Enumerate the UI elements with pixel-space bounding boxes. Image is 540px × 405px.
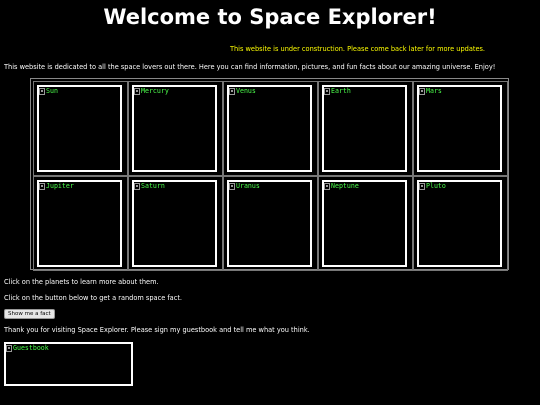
planet-alt-text: Mars (426, 87, 442, 95)
fact-instruction: Click on the button below to get a rando… (4, 294, 183, 302)
broken-image-icon (134, 183, 140, 190)
planet-cell: Uranus (223, 176, 318, 271)
broken-image-alt: Mercury (134, 87, 169, 96)
planet-image-uranus[interactable]: Uranus (227, 180, 312, 267)
planet-image-jupiter[interactable]: Jupiter (37, 180, 122, 267)
broken-image-icon (229, 183, 235, 190)
planet-alt-text: Earth (331, 87, 351, 95)
guestbook-alt-text: Guestbook (13, 344, 49, 352)
planet-image-saturn[interactable]: Saturn (132, 180, 217, 267)
thanks-text: Thank you for visiting Space Explorer. P… (4, 326, 310, 334)
broken-image-icon (39, 88, 45, 95)
planet-cell: Venus (223, 81, 318, 176)
planet-image-earth[interactable]: Earth (322, 85, 407, 172)
planet-cell: Mercury (128, 81, 223, 176)
broken-image-icon (419, 88, 425, 95)
page-title: Welcome to Space Explorer! (103, 5, 437, 29)
broken-image-alt: Mars (419, 87, 442, 96)
broken-image-alt: Pluto (419, 182, 446, 191)
broken-image-alt: Venus (229, 87, 256, 96)
planet-image-mars[interactable]: Mars (417, 85, 502, 172)
guestbook-image[interactable]: Guestbook (4, 342, 133, 386)
planet-image-mercury[interactable]: Mercury (132, 85, 217, 172)
intro-text: This website is dedicated to all the spa… (4, 63, 496, 71)
broken-image-icon (324, 183, 330, 190)
planet-image-neptune[interactable]: Neptune (322, 180, 407, 267)
planets-instruction: Click on the planets to learn more about… (4, 278, 159, 286)
planet-cell: Earth (318, 81, 413, 176)
show-fact-button[interactable]: Show me a fact (4, 309, 55, 319)
planet-alt-text: Pluto (426, 182, 446, 190)
planet-alt-text: Uranus (236, 182, 260, 190)
broken-image-icon (39, 183, 45, 190)
planet-alt-text: Neptune (331, 182, 359, 190)
broken-image-alt: Uranus (229, 182, 260, 191)
planet-alt-text: Mercury (141, 87, 169, 95)
planet-alt-text: Jupiter (46, 182, 74, 190)
broken-image-alt: Jupiter (39, 182, 74, 191)
planet-alt-text: Venus (236, 87, 256, 95)
planet-cell: Pluto (413, 176, 508, 271)
planet-cell: Saturn (128, 176, 223, 271)
broken-image-icon (419, 183, 425, 190)
planet-alt-text: Sun (46, 87, 58, 95)
planet-cell: Mars (413, 81, 508, 176)
planet-image-venus[interactable]: Venus (227, 85, 312, 172)
planet-cell: Neptune (318, 176, 413, 271)
planet-cell: Jupiter (33, 176, 128, 271)
broken-image-icon (229, 88, 235, 95)
broken-image-alt: Earth (324, 87, 351, 96)
broken-image-icon (6, 345, 12, 352)
broken-image-icon (324, 88, 330, 95)
planet-cell: Sun (33, 81, 128, 176)
broken-image-alt: Saturn (134, 182, 165, 191)
broken-image-icon (134, 88, 140, 95)
planet-alt-text: Saturn (141, 182, 165, 190)
broken-image-alt: Guestbook (6, 344, 49, 353)
planet-table: Sun Mercury Venus Earth Mars Jupiter Sat… (30, 78, 509, 271)
broken-image-alt: Sun (39, 87, 58, 96)
broken-image-alt: Neptune (324, 182, 359, 191)
construction-notice: This website is under construction. Plea… (229, 45, 486, 53)
planet-image-pluto[interactable]: Pluto (417, 180, 502, 267)
planet-image-sun[interactable]: Sun (37, 85, 122, 172)
